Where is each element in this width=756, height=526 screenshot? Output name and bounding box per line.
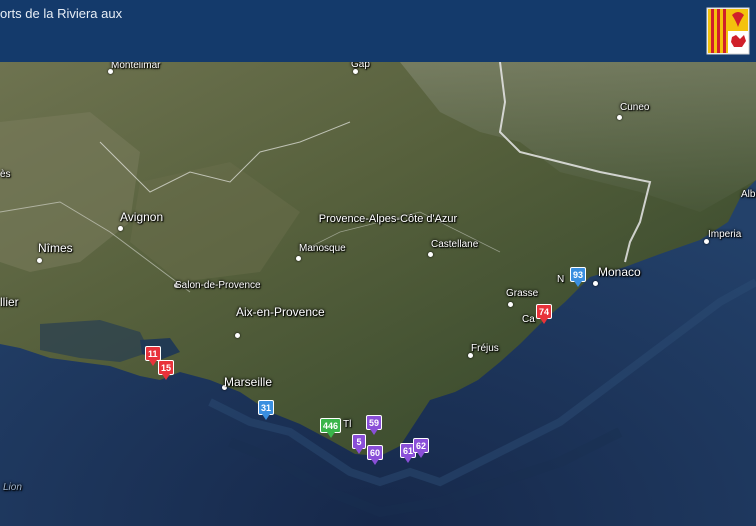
place-manosque: Manosque bbox=[299, 243, 346, 254]
port-marker-59[interactable]: 59 bbox=[366, 415, 383, 435]
place-golfe-du-lion: Lion bbox=[3, 482, 22, 493]
place-dot bbox=[296, 256, 301, 261]
port-marker-60[interactable]: 60 bbox=[367, 445, 384, 465]
place-dot bbox=[617, 115, 622, 120]
place-cuneo: Cuneo bbox=[620, 102, 650, 113]
place-nice: N bbox=[557, 274, 565, 285]
provence-coat-of-arms-icon bbox=[706, 7, 750, 55]
port-marker-5[interactable]: 5 bbox=[352, 434, 366, 454]
place-grasse: Grasse bbox=[506, 288, 539, 299]
place-monaco: Monaco bbox=[598, 265, 641, 279]
place-dot bbox=[593, 281, 598, 286]
place-dot bbox=[118, 226, 123, 231]
port-marker-62[interactable]: 62 bbox=[413, 438, 430, 458]
place-dot bbox=[508, 302, 513, 307]
place-nimes: Nîmes bbox=[38, 241, 73, 255]
port-marker-11[interactable]: 11 bbox=[145, 346, 161, 366]
place-imperia: Imperia bbox=[708, 229, 742, 240]
place-gap: Gap bbox=[351, 62, 370, 70]
port-marker-74[interactable]: 74 bbox=[536, 304, 553, 324]
header-bar: orts de la Riviera aux bbox=[0, 0, 756, 63]
place-dot bbox=[235, 333, 240, 338]
port-marker-15[interactable]: 15 bbox=[158, 360, 175, 380]
port-marker-93[interactable]: 93 bbox=[570, 267, 587, 287]
port-marker-31[interactable]: 31 bbox=[258, 400, 275, 420]
place-marseille: Marseille bbox=[224, 375, 273, 389]
place-dot bbox=[37, 258, 42, 263]
place-castellane: Castellane bbox=[431, 239, 479, 250]
place-montelimar: Montélimar bbox=[111, 62, 161, 71]
place-salon: Salon-de-Provence bbox=[175, 280, 261, 291]
place-toulon: Tl bbox=[343, 419, 352, 430]
place-fragment-lier: llier bbox=[0, 295, 19, 309]
place-dot bbox=[428, 252, 433, 257]
port-marker-446[interactable]: 446 bbox=[320, 418, 342, 438]
place-albenga: Albe bbox=[741, 189, 756, 200]
place-fragment-es: ès bbox=[0, 169, 11, 180]
place-cannes: Ca bbox=[522, 314, 535, 325]
place-region: Provence-Alpes-Côte d'Azur bbox=[318, 213, 458, 225]
place-frejus: Fréjus bbox=[471, 343, 499, 354]
page-title: orts de la Riviera aux bbox=[0, 6, 123, 21]
satellite-map[interactable]: Montélimar Gap Cuneo ès Avignon Nîmes Pr… bbox=[0, 62, 756, 526]
place-aix: Aix-en-Provence bbox=[236, 305, 325, 319]
place-avignon: Avignon bbox=[120, 210, 164, 224]
